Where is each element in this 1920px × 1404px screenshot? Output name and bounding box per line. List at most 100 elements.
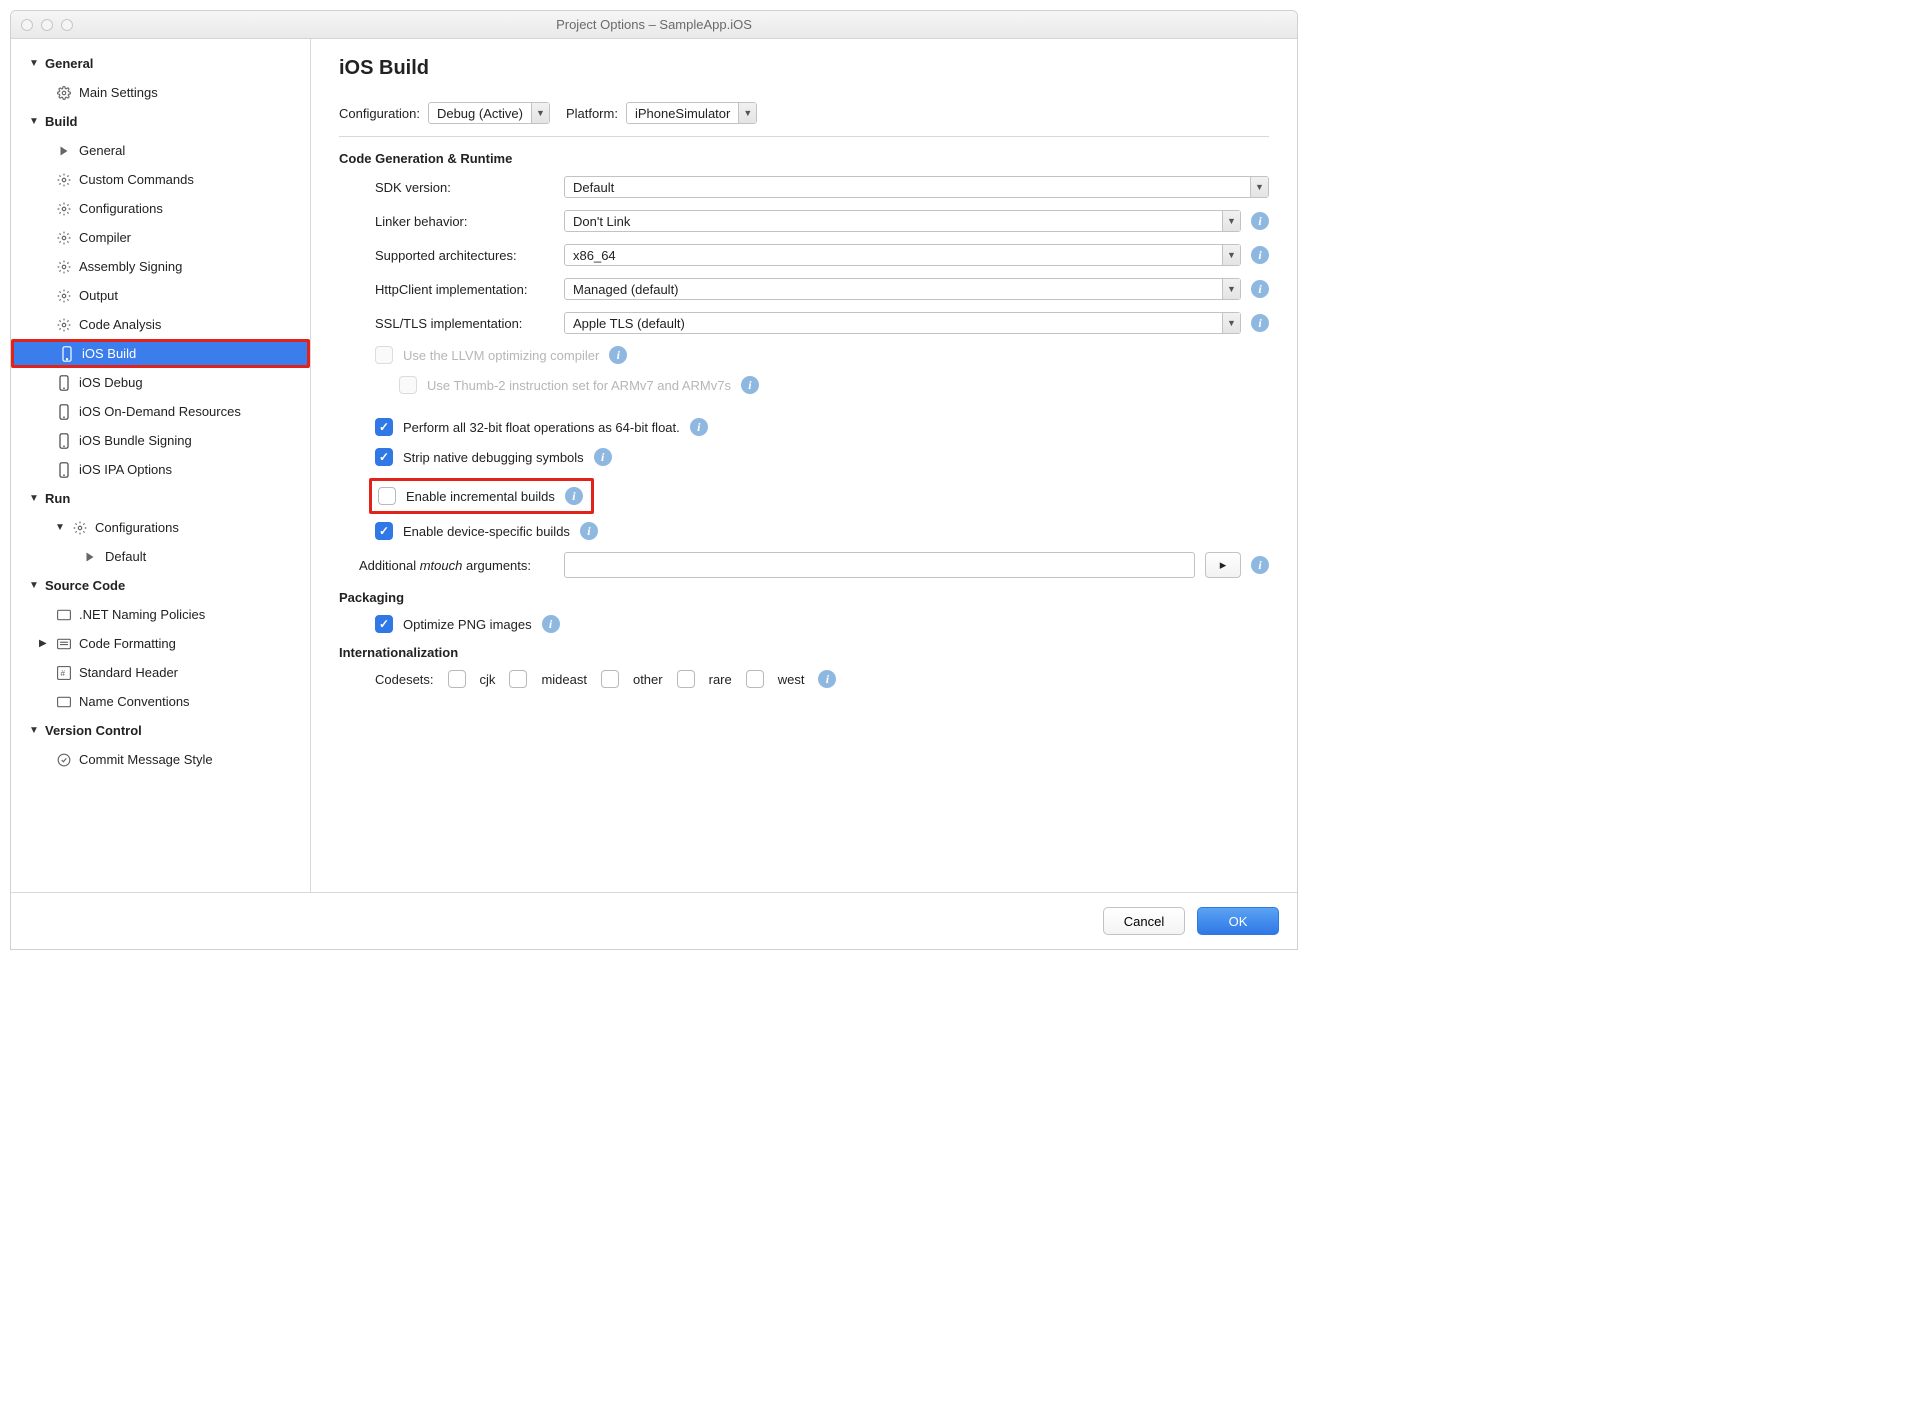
- mtouch-expand-button[interactable]: ▸: [1205, 552, 1241, 578]
- chevron-down-icon: ▼: [738, 103, 756, 123]
- sidebar: ▼General Main Settings ▼Build General Cu…: [11, 39, 311, 892]
- sdk-dropdown[interactable]: Default▼: [564, 176, 1269, 198]
- sidebar-section-run[interactable]: ▼Run: [11, 484, 310, 513]
- page-title: iOS Build: [339, 57, 1269, 80]
- window-title: Project Options – SampleApp.iOS: [11, 17, 1297, 32]
- chevron-down-icon: ▼: [1222, 245, 1240, 265]
- mtouch-input[interactable]: [564, 552, 1195, 578]
- devicespec-label: Enable device-specific builds: [403, 524, 570, 539]
- linker-dropdown[interactable]: Don't Link▼: [564, 210, 1241, 232]
- incremental-checkbox[interactable]: [378, 487, 396, 505]
- phone-icon: [55, 374, 73, 392]
- tag-icon: [55, 693, 73, 711]
- platform-dropdown[interactable]: iPhoneSimulator▼: [626, 102, 757, 124]
- cancel-button[interactable]: Cancel: [1103, 907, 1185, 935]
- info-icon[interactable]: i: [1251, 556, 1269, 574]
- sidebar-item-run-configurations[interactable]: ▼Configurations: [11, 513, 310, 542]
- llvm-checkbox: [375, 346, 393, 364]
- info-icon[interactable]: i: [1251, 212, 1269, 230]
- info-icon[interactable]: i: [609, 346, 627, 364]
- sidebar-item-naming-policies[interactable]: .NET Naming Policies: [11, 600, 310, 629]
- ssl-dropdown[interactable]: Apple TLS (default)▼: [564, 312, 1241, 334]
- chevron-down-icon: ▼: [1222, 279, 1240, 299]
- i18n-title: Internationalization: [339, 645, 1269, 660]
- sidebar-item-name-conventions[interactable]: Name Conventions: [11, 687, 310, 716]
- sidebar-item-run-default[interactable]: Default: [11, 542, 310, 571]
- gear-icon: [55, 84, 73, 102]
- check-circle-icon: [55, 751, 73, 769]
- sidebar-section-general[interactable]: ▼General: [11, 49, 310, 78]
- project-options-window: Project Options – SampleApp.iOS ▼General…: [10, 10, 1298, 950]
- sidebar-item-custom-commands[interactable]: Custom Commands: [11, 165, 310, 194]
- hash-icon: #: [55, 664, 73, 682]
- codeset-west-checkbox[interactable]: [746, 670, 764, 688]
- list-icon: [55, 635, 73, 653]
- codeset-rare-checkbox[interactable]: [677, 670, 695, 688]
- sidebar-item-main-settings[interactable]: Main Settings: [11, 78, 310, 107]
- sidebar-item-output[interactable]: Output: [11, 281, 310, 310]
- sidebar-item-standard-header[interactable]: #Standard Header: [11, 658, 310, 687]
- sidebar-item-ios-build[interactable]: iOS Build: [11, 339, 310, 368]
- arch-label: Supported architectures:: [339, 248, 564, 263]
- info-icon[interactable]: i: [818, 670, 836, 688]
- sidebar-item-ios-ipa[interactable]: iOS IPA Options: [11, 455, 310, 484]
- content-pane: iOS Build Configuration: Debug (Active)▼…: [311, 39, 1297, 892]
- llvm-label: Use the LLVM optimizing compiler: [403, 348, 599, 363]
- ok-button[interactable]: OK: [1197, 907, 1279, 935]
- info-icon[interactable]: i: [690, 418, 708, 436]
- chevron-down-icon: ▼: [531, 103, 549, 123]
- codeset-cjk-checkbox[interactable]: [448, 670, 466, 688]
- codegen-title: Code Generation & Runtime: [339, 151, 1269, 166]
- incremental-label: Enable incremental builds: [406, 489, 555, 504]
- configuration-dropdown[interactable]: Debug (Active)▼: [428, 102, 550, 124]
- info-icon[interactable]: i: [741, 376, 759, 394]
- info-icon[interactable]: i: [542, 615, 560, 633]
- titlebar: Project Options – SampleApp.iOS: [11, 11, 1297, 39]
- info-icon[interactable]: i: [565, 487, 583, 505]
- float32-checkbox[interactable]: [375, 418, 393, 436]
- sidebar-item-ios-ondemand[interactable]: iOS On-Demand Resources: [11, 397, 310, 426]
- codeset-other-checkbox[interactable]: [601, 670, 619, 688]
- play-icon: [55, 142, 73, 160]
- http-dropdown[interactable]: Managed (default)▼: [564, 278, 1241, 300]
- info-icon[interactable]: i: [594, 448, 612, 466]
- optimize-png-label: Optimize PNG images: [403, 617, 532, 632]
- info-icon[interactable]: i: [1251, 246, 1269, 264]
- sidebar-item-configurations[interactable]: Configurations: [11, 194, 310, 223]
- dialog-footer: Cancel OK: [11, 892, 1297, 949]
- sidebar-item-code-formatting[interactable]: ▶Code Formatting: [11, 629, 310, 658]
- info-icon[interactable]: i: [580, 522, 598, 540]
- chevron-down-icon: ▼: [1222, 211, 1240, 231]
- sidebar-section-build[interactable]: ▼Build: [11, 107, 310, 136]
- gear-icon: [71, 519, 89, 537]
- sidebar-section-version-control[interactable]: ▼Version Control: [11, 716, 310, 745]
- codeset-mideast-checkbox[interactable]: [509, 670, 527, 688]
- strip-label: Strip native debugging symbols: [403, 450, 584, 465]
- play-icon: [81, 548, 99, 566]
- incremental-highlight: Enable incremental builds i: [369, 478, 594, 514]
- phone-icon: [55, 432, 73, 450]
- info-icon[interactable]: i: [1251, 280, 1269, 298]
- phone-icon: [58, 345, 76, 363]
- optimize-png-checkbox[interactable]: [375, 615, 393, 633]
- http-label: HttpClient implementation:: [339, 282, 564, 297]
- sidebar-item-compiler[interactable]: Compiler: [11, 223, 310, 252]
- sidebar-item-code-analysis[interactable]: Code Analysis: [11, 310, 310, 339]
- sidebar-item-ios-bundle-signing[interactable]: iOS Bundle Signing: [11, 426, 310, 455]
- thumb-label: Use Thumb-2 instruction set for ARMv7 an…: [427, 378, 731, 393]
- sidebar-section-source-code[interactable]: ▼Source Code: [11, 571, 310, 600]
- sidebar-item-assembly-signing[interactable]: Assembly Signing: [11, 252, 310, 281]
- sidebar-item-ios-debug[interactable]: iOS Debug: [11, 368, 310, 397]
- sidebar-item-build-general[interactable]: General: [11, 136, 310, 165]
- packaging-title: Packaging: [339, 590, 1269, 605]
- sidebar-item-commit-style[interactable]: Commit Message Style: [11, 745, 310, 774]
- strip-checkbox[interactable]: [375, 448, 393, 466]
- chevron-down-icon: ▼: [1250, 177, 1268, 197]
- tag-icon: [55, 606, 73, 624]
- ssl-label: SSL/TLS implementation:: [339, 316, 564, 331]
- arch-dropdown[interactable]: x86_64▼: [564, 244, 1241, 266]
- devicespec-checkbox[interactable]: [375, 522, 393, 540]
- gear-icon: [55, 200, 73, 218]
- info-icon[interactable]: i: [1251, 314, 1269, 332]
- configuration-label: Configuration:: [339, 106, 420, 121]
